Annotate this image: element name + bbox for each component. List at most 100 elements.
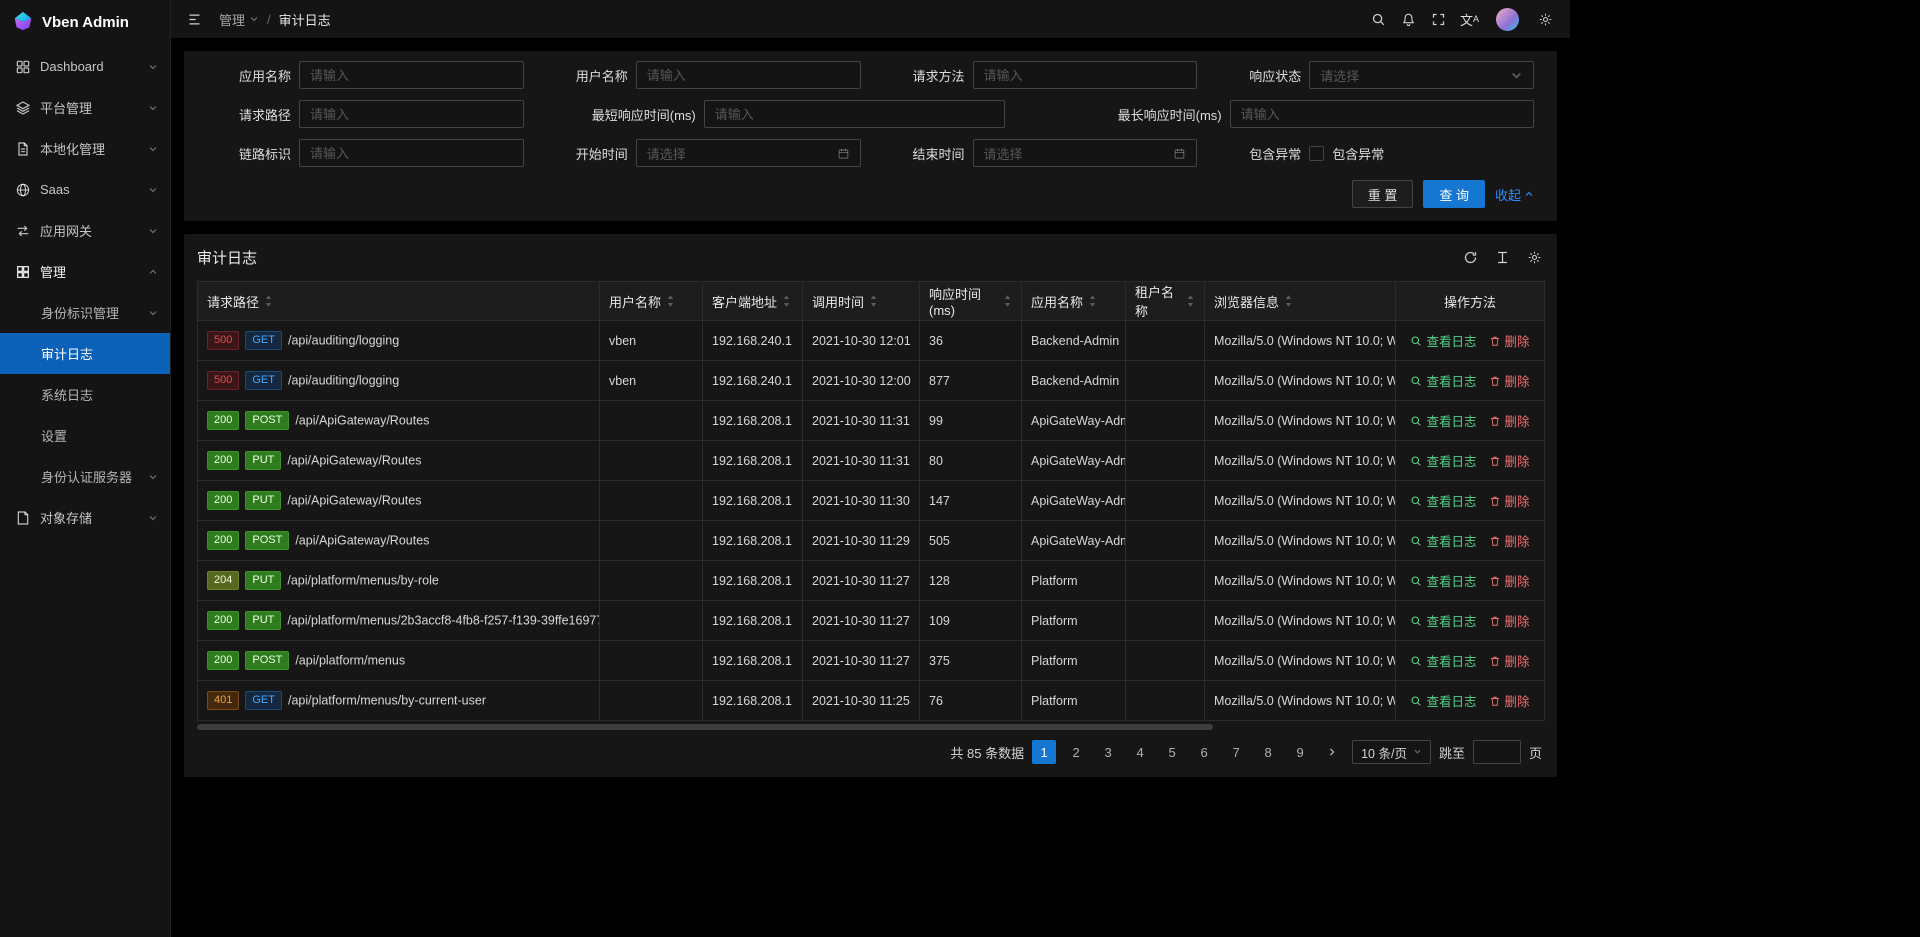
delete-button[interactable]: 删除 (1489, 531, 1530, 550)
sidebar-item-dashboard[interactable]: Dashboard (0, 46, 170, 87)
magnifier-icon (1410, 455, 1422, 467)
jump-label: 跳至 (1439, 743, 1465, 762)
delete-button[interactable]: 删除 (1489, 571, 1530, 590)
query-button[interactable]: 查 询 (1423, 180, 1485, 208)
delete-button[interactable]: 删除 (1489, 411, 1530, 430)
call-time-cell: 2021-10-30 12:01 (803, 321, 920, 361)
page-button-3[interactable]: 3 (1096, 740, 1120, 764)
reset-button[interactable]: 重 置 (1352, 180, 1414, 208)
page-size-select[interactable]: 10 条/页 (1352, 740, 1431, 764)
call-time-cell: 2021-10-30 11:31 (803, 401, 920, 441)
breadcrumb-item-management[interactable]: 管理 (219, 10, 259, 29)
view-log-button[interactable]: 查看日志 (1410, 531, 1476, 550)
column-header-client-address[interactable]: 客户端地址 (703, 282, 803, 321)
horizontal-scrollbar[interactable] (197, 723, 1544, 731)
menu-fold-icon[interactable] (181, 6, 207, 32)
view-log-button[interactable]: 查看日志 (1410, 651, 1476, 670)
settings-gear-icon[interactable] (1532, 6, 1558, 32)
search-icon[interactable] (1366, 6, 1392, 32)
sidebar-item-auth-server[interactable]: 身份认证服务器 (0, 456, 170, 497)
filter-label: 结束时间 (871, 144, 973, 163)
page-button-5[interactable]: 5 (1160, 740, 1184, 764)
sort-icon[interactable] (1003, 294, 1012, 308)
column-header-app-name[interactable]: 应用名称 (1022, 282, 1126, 321)
view-log-button[interactable]: 查看日志 (1410, 491, 1476, 510)
max-response-time-input[interactable] (1241, 107, 1523, 122)
language-icon[interactable]: 文A (1456, 6, 1483, 32)
sort-icon[interactable] (1088, 294, 1097, 308)
sidebar-item-localization[interactable]: 本地化管理 (0, 128, 170, 169)
app-name-input[interactable] (310, 68, 513, 83)
chevron-up-icon (1524, 187, 1534, 202)
sort-icon[interactable] (1284, 294, 1293, 308)
page-button-4[interactable]: 4 (1128, 740, 1152, 764)
page-button-6[interactable]: 6 (1192, 740, 1216, 764)
page-button-1[interactable]: 1 (1032, 740, 1056, 764)
delete-button[interactable]: 删除 (1489, 451, 1530, 470)
view-log-button[interactable]: 查看日志 (1410, 331, 1476, 350)
tenant-name-cell (1126, 601, 1205, 641)
view-log-button[interactable]: 查看日志 (1410, 691, 1476, 710)
delete-button[interactable]: 删除 (1489, 371, 1530, 390)
column-settings-icon[interactable] (1524, 248, 1544, 268)
sidebar-item-platform[interactable]: 平台管理 (0, 87, 170, 128)
view-log-button[interactable]: 查看日志 (1410, 571, 1476, 590)
column-header-request-path[interactable]: 请求路径 (198, 282, 600, 321)
column-header-user-name[interactable]: 用户名称 (600, 282, 703, 321)
delete-button[interactable]: 删除 (1489, 691, 1530, 710)
column-header-tenant-name[interactable]: 租户名称 (1126, 282, 1205, 321)
sidebar-item-settings[interactable]: 设置 (0, 415, 170, 456)
sidebar-item-gateway[interactable]: 应用网关 (0, 210, 170, 251)
calendar-icon (1173, 147, 1186, 160)
user-name-input[interactable] (647, 68, 850, 83)
fullscreen-icon[interactable] (1426, 6, 1452, 32)
page-button-2[interactable]: 2 (1064, 740, 1088, 764)
include-exception-checkbox[interactable] (1309, 146, 1324, 161)
sort-icon[interactable] (869, 294, 878, 308)
response-status-select[interactable]: 请选择 (1309, 61, 1534, 89)
column-header-call-time[interactable]: 调用时间 (803, 282, 920, 321)
notification-bell-icon[interactable] (1396, 6, 1422, 32)
page-button-9[interactable]: 9 (1288, 740, 1312, 764)
delete-button[interactable]: 删除 (1489, 611, 1530, 630)
sidebar-item-saas[interactable]: Saas (0, 169, 170, 210)
logo[interactable]: Vben Admin (0, 0, 170, 44)
tenant-name-cell (1126, 321, 1205, 361)
sort-icon[interactable] (264, 294, 273, 308)
next-page-button[interactable] (1320, 740, 1344, 764)
start-time-picker[interactable]: 请选择 (636, 139, 861, 167)
page-button-8[interactable]: 8 (1256, 740, 1280, 764)
magnifier-icon (1410, 655, 1422, 667)
scrollbar-thumb[interactable] (197, 724, 1213, 730)
row-height-icon[interactable] (1492, 248, 1512, 268)
sort-icon[interactable] (782, 294, 791, 308)
sidebar-item-identity-management[interactable]: 身份标识管理 (0, 292, 170, 333)
sidebar-item-audit-log[interactable]: 审计日志 (0, 333, 170, 374)
view-log-button[interactable]: 查看日志 (1410, 451, 1476, 470)
view-log-button[interactable]: 查看日志 (1410, 371, 1476, 390)
filter-label: 请求路径 (197, 105, 299, 124)
refresh-icon[interactable] (1460, 248, 1480, 268)
request-method-input[interactable] (984, 68, 1187, 83)
request-path-input[interactable] (310, 107, 513, 122)
delete-button[interactable]: 删除 (1489, 651, 1530, 670)
sidebar-item-system-log[interactable]: 系统日志 (0, 374, 170, 415)
column-header-browser-info[interactable]: 浏览器信息 (1205, 282, 1396, 321)
sidebar-item-object-storage[interactable]: 对象存储 (0, 497, 170, 538)
sort-icon[interactable] (666, 294, 675, 308)
jump-page-input[interactable] (1473, 740, 1521, 764)
view-log-button[interactable]: 查看日志 (1410, 411, 1476, 430)
page-button-7[interactable]: 7 (1224, 740, 1248, 764)
column-header-response-time[interactable]: 响应时间(ms) (920, 282, 1022, 321)
end-time-picker[interactable]: 请选择 (973, 139, 1198, 167)
trace-id-input[interactable] (310, 146, 513, 161)
min-response-time-input[interactable] (715, 107, 994, 122)
view-log-button[interactable]: 查看日志 (1410, 611, 1476, 630)
avatar[interactable] (1496, 8, 1519, 31)
delete-button[interactable]: 删除 (1489, 491, 1530, 510)
delete-button[interactable]: 删除 (1489, 331, 1530, 350)
collapse-link[interactable]: 收起 (1495, 185, 1534, 204)
sort-icon[interactable] (1186, 294, 1195, 308)
checkbox-label: 包含异常 (1332, 144, 1384, 163)
sidebar-item-management[interactable]: 管理 (0, 251, 170, 292)
